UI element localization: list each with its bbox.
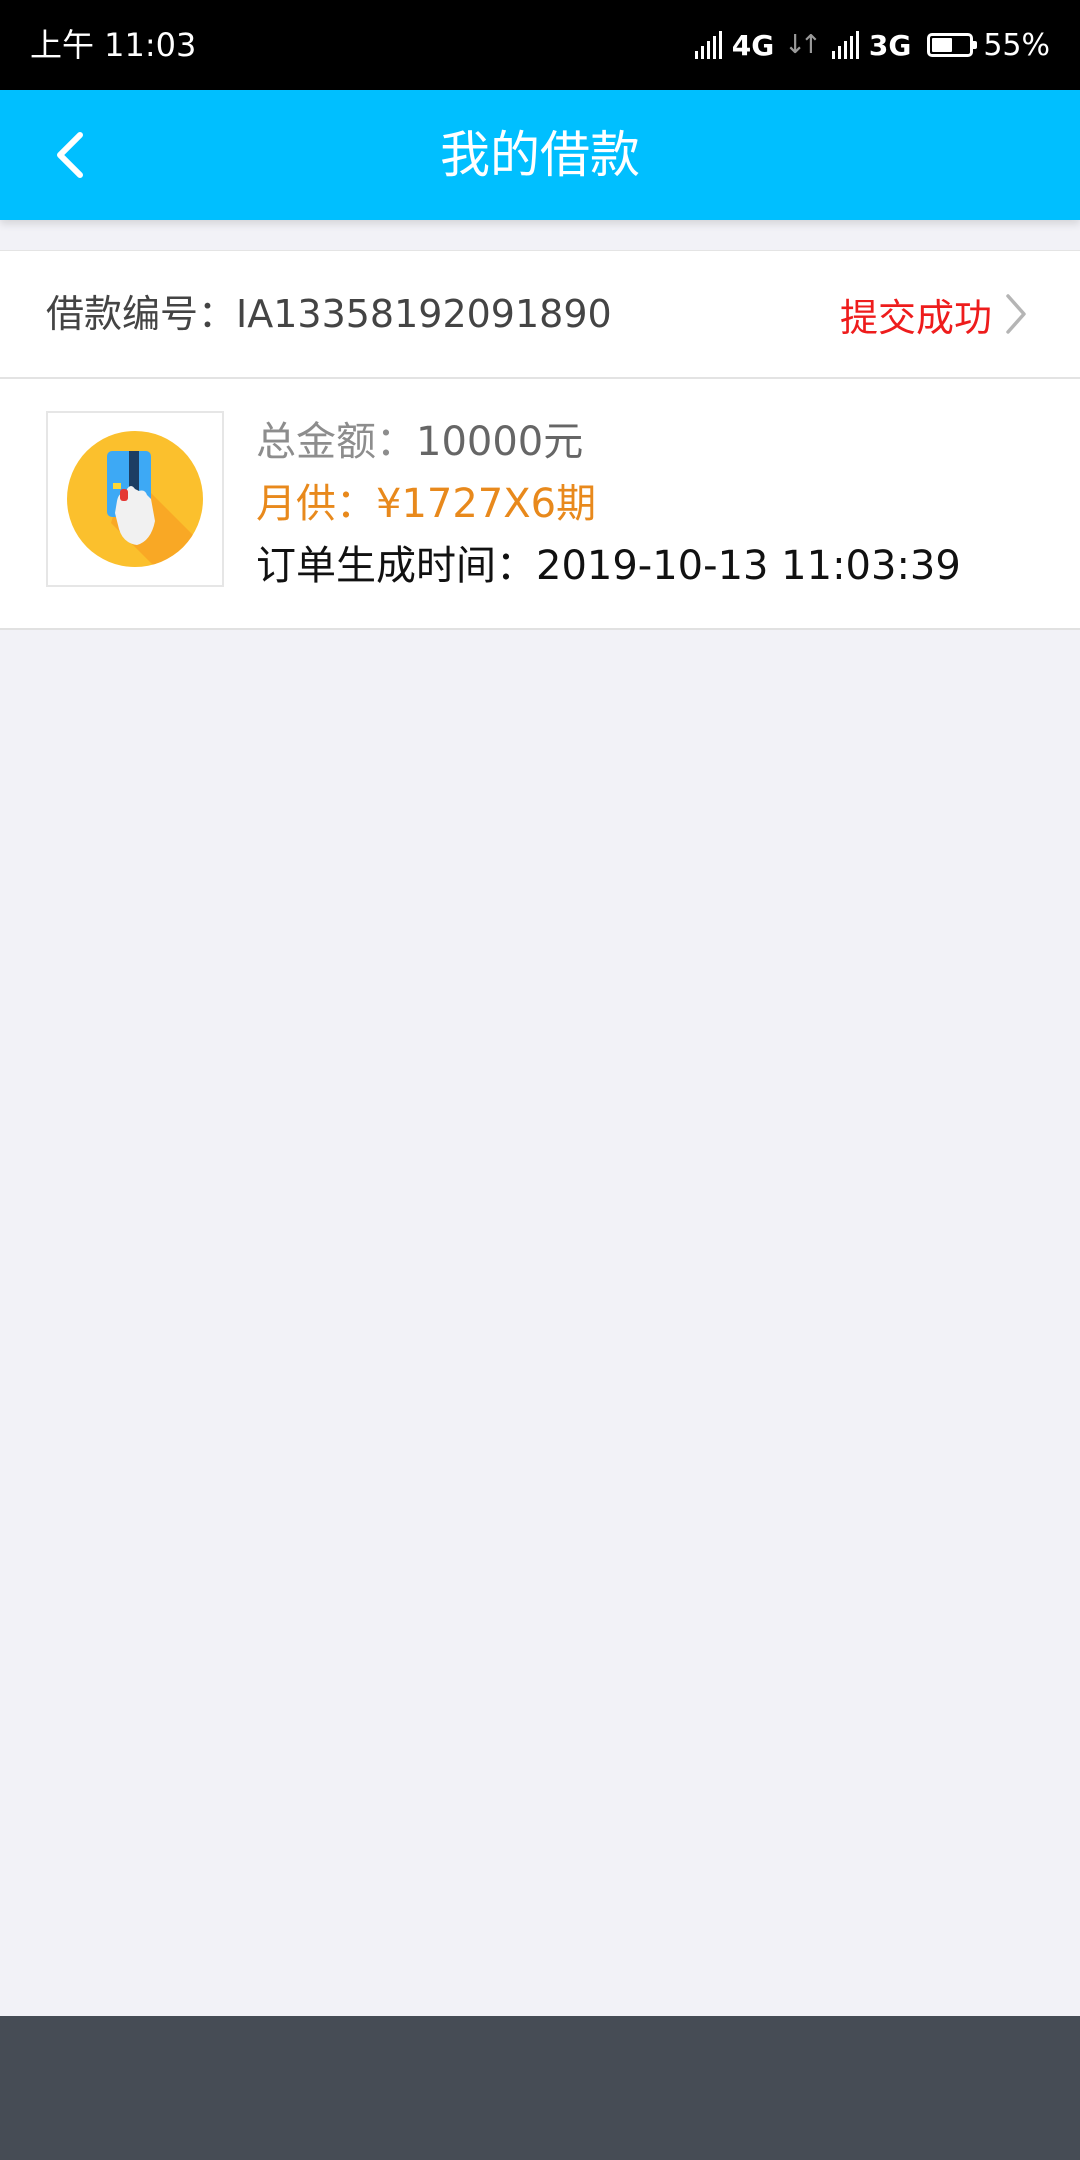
- app-header: 我的借款: [0, 90, 1080, 220]
- bottom-bar: [0, 2016, 1080, 2160]
- signal-icon-2: [831, 31, 859, 59]
- status-bar: 上午 11:03 4G ↓↑ 3G 55%: [0, 0, 1080, 90]
- network-label-3g: 3G: [868, 28, 912, 62]
- order-created-value: 2019-10-13 11:03:39: [536, 543, 961, 589]
- loan-card-header[interactable]: 借款编号：IA13358192091890 提交成功: [0, 251, 1080, 379]
- loan-info: 总金额：10000元 月供：¥1727X6期 订单生成时间：2019-10-13…: [256, 411, 1046, 597]
- status-indicators: 4G ↓↑ 3G 55%: [694, 22, 1050, 68]
- status-time: 上午 11:03: [30, 26, 197, 64]
- credit-card-hand-icon: [67, 431, 203, 567]
- loan-number-label: 借款编号：: [46, 292, 237, 336]
- status-badge: 提交成功: [839, 295, 992, 340]
- total-amount-label: 总金额：: [256, 419, 416, 465]
- loan-number-value: IA13358192091890: [236, 292, 612, 336]
- total-amount-value: 10000元: [416, 419, 584, 465]
- order-created-time: 订单生成时间：2019-10-13 11:03:39: [256, 535, 1046, 597]
- order-created-label: 订单生成时间：: [256, 543, 536, 589]
- data-transfer-icon: ↓↑: [784, 30, 821, 60]
- battery-level: [932, 38, 953, 52]
- battery-percent: 55%: [983, 27, 1050, 63]
- battery-icon: [927, 33, 978, 57]
- loan-card[interactable]: 借款编号：IA13358192091890 提交成功 总金额：10000元 月供…: [0, 250, 1080, 630]
- loan-number: 借款编号：IA13358192091890: [46, 251, 612, 377]
- signal-icon: [694, 31, 722, 59]
- network-label-4g: 4G: [731, 28, 775, 62]
- total-amount: 总金额：10000元: [256, 411, 1046, 473]
- page-title: 我的借款: [440, 126, 640, 184]
- monthly-payment: 月供：¥1727X6期: [256, 481, 597, 527]
- loan-status[interactable]: 提交成功: [840, 251, 1028, 377]
- loan-thumbnail: [46, 411, 224, 587]
- chevron-right-icon: [1006, 294, 1026, 334]
